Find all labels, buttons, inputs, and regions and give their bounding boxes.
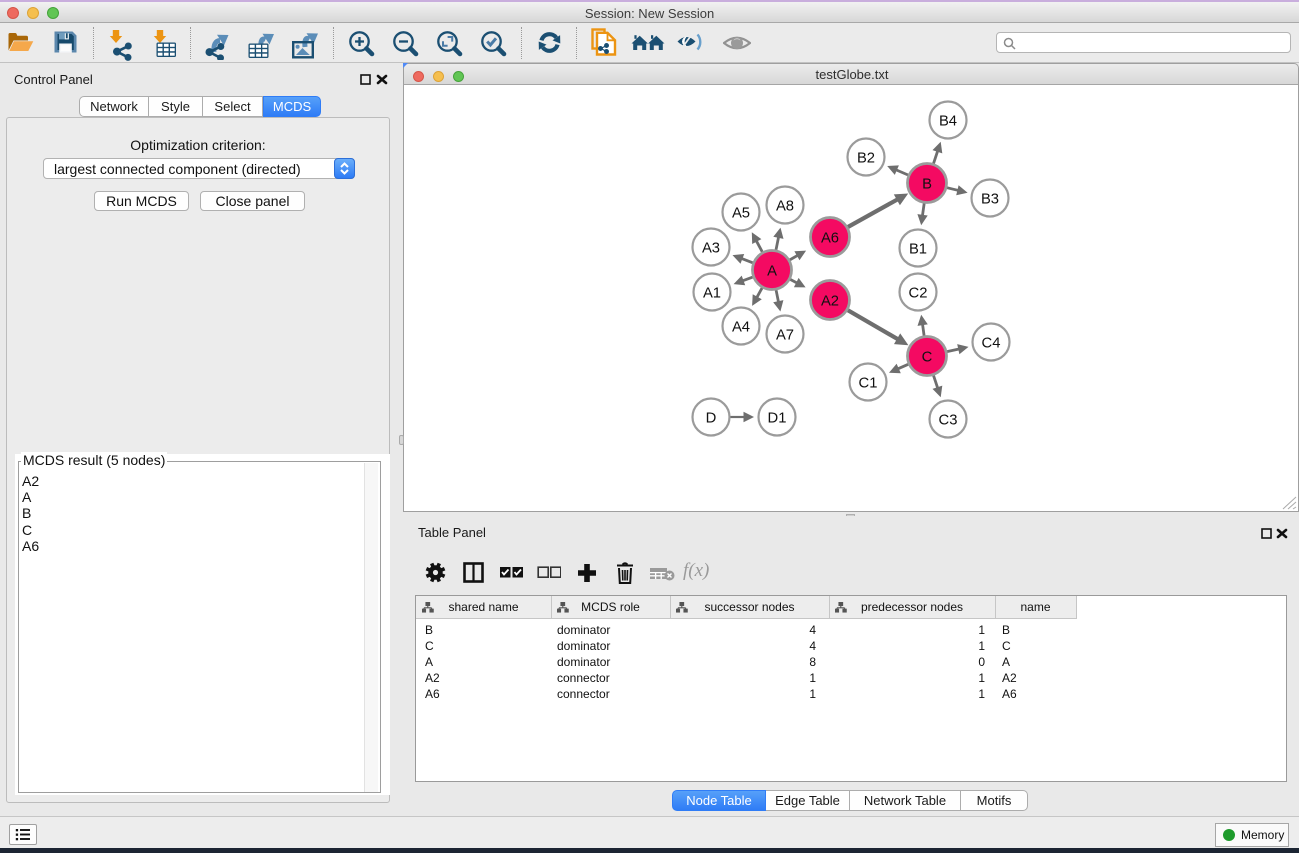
- svg-text:C: C: [922, 350, 933, 366]
- svg-text:C2: C2: [909, 286, 928, 302]
- svg-text:C1: C1: [859, 376, 878, 392]
- svg-text:A: A: [767, 264, 777, 280]
- svg-text:B2: B2: [857, 151, 875, 167]
- svg-text:B: B: [922, 177, 932, 193]
- svg-text:B4: B4: [939, 114, 957, 130]
- svg-text:C4: C4: [982, 336, 1001, 352]
- svg-text:A5: A5: [732, 206, 750, 222]
- svg-text:A7: A7: [776, 328, 794, 344]
- svg-text:A8: A8: [776, 199, 794, 215]
- svg-text:D1: D1: [768, 411, 787, 427]
- svg-text:C3: C3: [939, 413, 958, 429]
- svg-text:A3: A3: [702, 241, 720, 257]
- svg-text:B3: B3: [981, 192, 999, 208]
- svg-text:A4: A4: [732, 320, 750, 336]
- svg-text:D: D: [706, 411, 717, 427]
- svg-text:B1: B1: [909, 242, 927, 258]
- svg-text:A6: A6: [821, 231, 839, 247]
- svg-text:A2: A2: [821, 294, 839, 310]
- svg-text:A1: A1: [703, 286, 721, 302]
